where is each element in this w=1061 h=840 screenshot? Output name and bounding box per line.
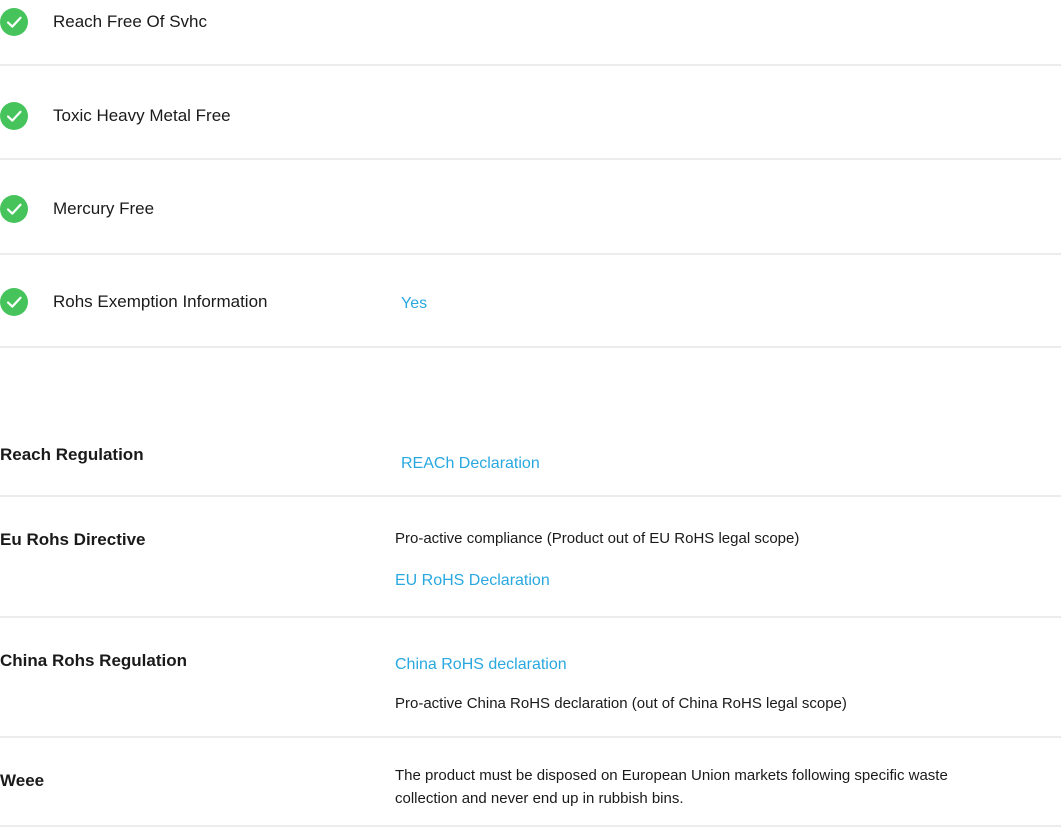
eu-rohs-directive-title: Eu Rohs Directive [0,530,146,549]
divider [0,825,1061,827]
check-row-mercury-free: Mercury Free [0,189,1061,229]
divider [0,346,1061,348]
check-label: Toxic Heavy Metal Free [53,106,231,125]
reach-regulation-title: Reach Regulation [0,445,144,464]
check-label: Reach Free Of Svhc [53,12,208,31]
rohs-exemption-value-link[interactable]: Yes [401,294,427,314]
reach-declaration-link[interactable]: REACh Declaration [401,454,540,474]
divider [0,616,1061,618]
weee-text-line-2: collection and never end up in rubbish b… [395,790,684,807]
divider [0,253,1061,255]
eu-rohs-compliance-text: Pro-active compliance (Product out of EU… [395,530,800,547]
environmental-compliance-panel: Reach Free Of Svhc Toxic Heavy Metal Fre… [0,0,1061,840]
china-rohs-declaration-link[interactable]: China RoHS declaration [395,655,567,675]
check-row-toxic-heavy-metal-free: Toxic Heavy Metal Free [0,96,1061,136]
weee-text-line-1: The product must be disposed on European… [395,767,948,784]
divider [0,64,1061,66]
check-row-reach-free-of-svhc: Reach Free Of Svhc [0,2,1061,42]
divider [0,495,1061,497]
eu-rohs-declaration-link[interactable]: EU RoHS Declaration [395,571,550,591]
divider [0,158,1061,160]
weee-title: Weee [0,771,45,790]
china-rohs-regulation-title: China Rohs Regulation [0,651,187,670]
check-circle-icon [0,8,28,36]
check-circle-icon [0,102,28,130]
check-row-rohs-exemption-information: Rohs Exemption Information Yes [0,282,1061,322]
china-rohs-compliance-text: Pro-active China RoHS declaration (out o… [395,695,847,712]
check-label: Rohs Exemption Information [53,292,268,311]
divider [0,736,1061,738]
check-circle-icon [0,195,28,223]
check-circle-icon [0,288,28,316]
check-label: Mercury Free [53,199,155,218]
